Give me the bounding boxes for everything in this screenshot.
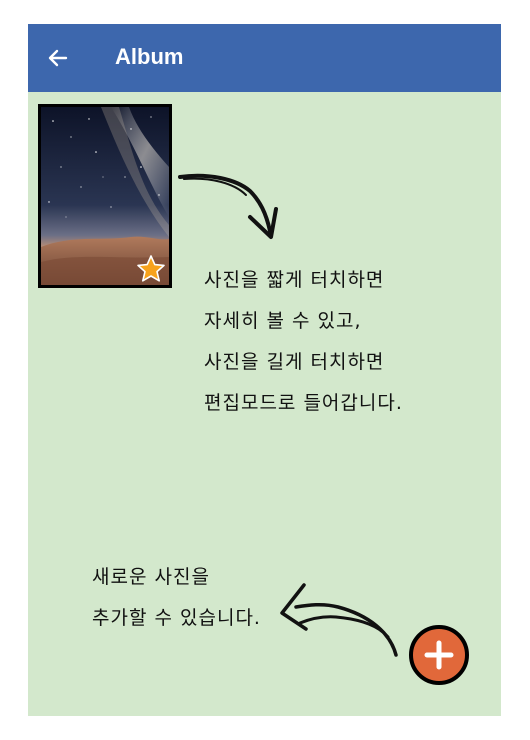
hint-line: 사진을 짧게 터치하면: [204, 269, 385, 291]
photo-touch-hint: 사진을 짧게 터치하면 자세히 볼 수 있고, 사진을 길게 터치하면 편집모드…: [204, 260, 403, 424]
add-photo-hint: 새로운 사진을 추가할 수 있습니다.: [92, 557, 261, 639]
plus-icon: [424, 640, 454, 670]
arrow-left-icon: [48, 49, 68, 67]
hand-drawn-arrow-icon: [178, 173, 278, 239]
back-button[interactable]: [46, 46, 70, 70]
hint-line: 새로운 사진을: [92, 566, 210, 588]
hint-line: 자세히 볼 수 있고,: [204, 310, 362, 332]
app-bar: Album: [28, 24, 501, 92]
page-title: Album: [115, 44, 184, 69]
hint-line: 편집모드로 들어갑니다.: [204, 392, 403, 414]
add-photo-button[interactable]: [409, 625, 469, 685]
hint-line: 사진을 길게 터치하면: [204, 351, 385, 373]
curved-arrow-icon: [280, 583, 398, 657]
photo-thumbnail[interactable]: [38, 104, 172, 288]
favorite-star-icon: [137, 255, 165, 282]
hint-line: 추가할 수 있습니다.: [92, 607, 261, 629]
app-screen: Album 사진을 짧게 터치하면 자세히 볼 수 있고, 사진을 길게 터치하…: [28, 24, 501, 716]
